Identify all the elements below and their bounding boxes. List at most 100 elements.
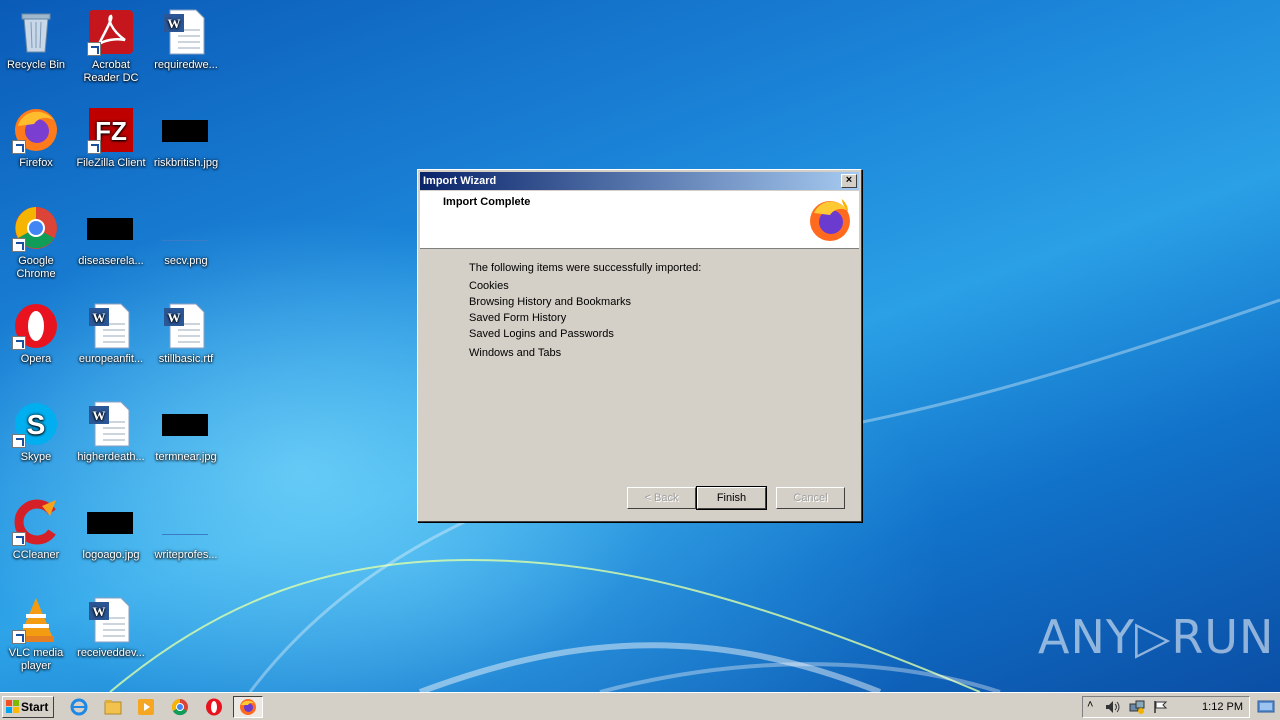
word-document-icon: W (89, 401, 130, 447)
desktop-icon-riskbritish[interactable]: riskbritish.jpg (148, 106, 224, 170)
desktop-icon-label: Google Chrome (16, 255, 56, 280)
desktop-icon-acrobat[interactable]: Acrobat Reader DC (73, 8, 149, 85)
clock[interactable]: 1:12 PM (1202, 697, 1243, 717)
desktop-icon-logoago[interactable]: logoago.jpg (73, 498, 149, 562)
desktop-icon-label: CCleaner (12, 549, 60, 561)
desktop-icon-label: termnear.jpg (155, 451, 217, 463)
dialog-titlebar[interactable]: Import Wizard × (420, 172, 859, 190)
desktop-icon-label: Acrobat Reader DC (83, 59, 139, 84)
firefox-icon (240, 699, 256, 715)
network-icon[interactable] (1129, 700, 1145, 714)
windows-logo-icon (6, 700, 19, 713)
svg-text:S: S (27, 409, 46, 440)
desktop-icon-requiredwe[interactable]: W requiredwe... (148, 8, 224, 72)
svg-text:W: W (168, 310, 181, 325)
desktop-icon-label: riskbritish.jpg (153, 157, 219, 169)
desktop-icon-label: VLC media player (8, 647, 64, 672)
desktop-icon-europeanfit[interactable]: W europeanfit... (73, 302, 149, 366)
desktop-icon-opera[interactable]: Opera (0, 302, 74, 366)
imported-item: Windows and Tabs (469, 347, 562, 359)
desktop-icon-vlc[interactable]: VLC media player (0, 596, 74, 673)
finish-button[interactable]: Finish (696, 486, 767, 510)
back-button[interactable]: < Back (627, 487, 696, 509)
image-thumbnail (162, 120, 208, 142)
desktop: Recycle Bin Firefox Google Chrome Opera … (0, 0, 1280, 692)
start-label: Start (21, 700, 49, 714)
desktop-icon-higherdeath[interactable]: W higherdeath... (73, 400, 149, 464)
action-center-flag-icon[interactable] (1153, 700, 1169, 714)
desktop-icon-receiveddev[interactable]: W receiveddev... (73, 596, 149, 660)
word-document-icon: W (164, 303, 205, 349)
wizard-header: Import Complete (420, 191, 859, 249)
volume-icon[interactable] (1105, 700, 1121, 714)
cancel-button[interactable]: Cancel (776, 487, 845, 509)
word-document-icon: W (164, 9, 205, 55)
close-button[interactable]: × (841, 174, 857, 188)
taskbar-firefox-button[interactable] (233, 696, 263, 718)
desktop-icon-label: FileZilla Client (76, 157, 146, 169)
desktop-icon-stillbasic[interactable]: W stillbasic.rtf (148, 302, 224, 366)
desktop-icon-termnear[interactable]: termnear.jpg (148, 400, 224, 464)
desktop-icon-label: logoago.jpg (82, 549, 140, 561)
media-player-icon[interactable] (137, 698, 155, 716)
desktop-icon-ccleaner[interactable]: CCleaner (0, 498, 74, 562)
imported-item: Cookies (469, 280, 509, 292)
wizard-page-title: Import Complete (443, 196, 531, 208)
opera-icon[interactable] (205, 698, 223, 716)
image-thumbnail (87, 218, 133, 240)
desktop-icon-label: secv.png (164, 255, 208, 267)
desktop-icon-label: Recycle Bin (6, 59, 66, 71)
image-thumbnail (162, 414, 208, 436)
desktop-icon-secv[interactable]: secv.png (148, 204, 224, 268)
desktop-icon-skype[interactable]: S Skype (0, 400, 74, 464)
desktop-icon-diseaserela[interactable]: diseaserela... (73, 204, 149, 268)
system-tray: ˄ 1:12 PM (1082, 696, 1250, 718)
imported-item: Saved Logins and Passwords (469, 328, 614, 340)
import-intro-text: The following items were successfully im… (469, 262, 702, 274)
chrome-icon[interactable] (171, 698, 189, 716)
desktop-icon-filezilla[interactable]: FZ FileZilla Client (73, 106, 149, 170)
desktop-icon-label: Opera (20, 353, 52, 365)
desktop-icon-label: europeanfit... (78, 353, 144, 365)
image-thumbnail (162, 520, 208, 535)
anyrun-watermark: ANY▷RUN (1038, 610, 1275, 664)
shortcut-arrow-icon (87, 140, 101, 154)
firefox-logo-icon (810, 199, 850, 241)
desktop-icon-label: receiveddev... (77, 647, 145, 659)
start-button[interactable]: Start (2, 696, 54, 718)
desktop-icon-recycle-bin[interactable]: Recycle Bin (0, 8, 74, 72)
shortcut-arrow-icon (12, 238, 26, 252)
taskbar: Start ˄ 1:12 PM (0, 692, 1280, 720)
internet-explorer-icon[interactable] (70, 698, 88, 716)
show-desktop-icon[interactable] (1256, 697, 1276, 716)
svg-text:W: W (93, 310, 106, 325)
svg-text:W: W (168, 16, 181, 31)
shortcut-arrow-icon (12, 532, 26, 546)
shortcut-arrow-icon (12, 434, 26, 448)
word-document-icon: W (89, 597, 130, 643)
imported-item: Browsing History and Bookmarks (469, 296, 632, 308)
svg-text:W: W (93, 604, 106, 619)
dialog-title: Import Wizard (423, 175, 497, 187)
desktop-icon-label: writeprofes... (154, 549, 218, 561)
file-explorer-icon[interactable] (104, 698, 122, 716)
desktop-icon-label: diseaserela... (78, 255, 144, 267)
imported-item: Saved Form History (469, 312, 567, 324)
shortcut-arrow-icon (12, 630, 26, 644)
desktop-icon-firefox[interactable]: Firefox (0, 106, 74, 170)
desktop-icon-writeprofes[interactable]: writeprofes... (148, 498, 224, 562)
word-document-icon: W (89, 303, 130, 349)
desktop-icon-label: Skype (20, 451, 52, 463)
desktop-icon-label: higherdeath... (77, 451, 145, 463)
image-thumbnail (162, 226, 208, 241)
desktop-icon-label: Firefox (19, 157, 53, 169)
tray-expand-icon[interactable]: ˄ (1087, 699, 1093, 711)
recycle-bin-icon (21, 13, 51, 53)
svg-text:W: W (93, 408, 106, 423)
import-wizard-dialog: Import Wizard × Import Complete The foll… (417, 169, 862, 522)
desktop-icon-label: requiredwe... (154, 59, 218, 71)
desktop-icon-label: stillbasic.rtf (158, 353, 214, 365)
shortcut-arrow-icon (87, 42, 101, 56)
desktop-icon-google-chrome[interactable]: Google Chrome (0, 204, 74, 281)
shortcut-arrow-icon (12, 140, 26, 154)
